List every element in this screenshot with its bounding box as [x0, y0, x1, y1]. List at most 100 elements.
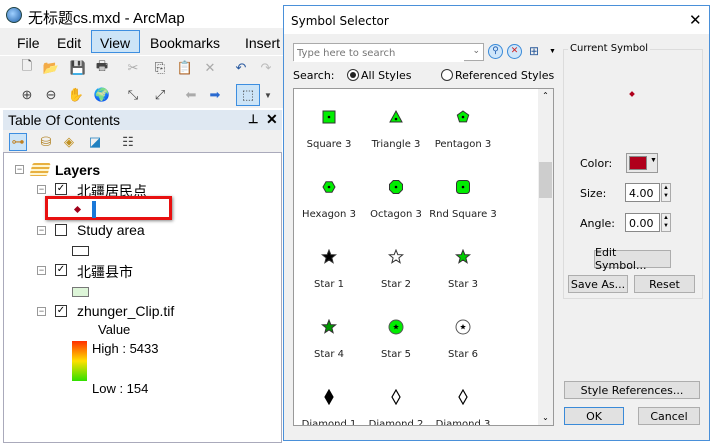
zoom-in-icon[interactable]: ⊕ [18, 86, 36, 104]
symbol-item[interactable]: Triangle 3 [361, 109, 431, 150]
layer-3-checkbox[interactable]: ✓ [55, 264, 67, 276]
forward-icon[interactable]: ➡ [206, 86, 224, 104]
list-by-visibility-icon[interactable]: ◈ [60, 133, 78, 151]
symbol-item[interactable]: Star 6 [428, 319, 498, 360]
layer-4-checkbox[interactable]: ✓ [55, 305, 67, 317]
raster-low-label: Low : 154 [92, 381, 149, 396]
view-dropdown-icon[interactable]: ▼ [549, 48, 556, 55]
symbol-item[interactable]: Hexagon 3 [294, 179, 364, 220]
symbol-list[interactable]: Square 3 Triangle 3 Pentagon 3 Hexagon 3 Oct… [293, 88, 554, 426]
star-symbol-icon [388, 249, 404, 264]
pin-icon[interactable]: ⊥ [248, 112, 258, 126]
collapse-layer-3[interactable]: − [37, 266, 46, 275]
style-references-button[interactable]: Style References... [564, 381, 700, 399]
symbol-item[interactable]: Star 5 [361, 319, 431, 360]
layer-2-checkbox[interactable] [55, 224, 67, 236]
chevron-down-icon[interactable]: ⌄ [472, 45, 480, 56]
close-icon[interactable]: ✕ [266, 111, 278, 128]
menu-bookmarks[interactable]: Bookmarks [150, 35, 220, 51]
select-features-icon[interactable]: ⬚ [236, 84, 260, 106]
dropdown-arrow-icon[interactable]: ▼ [259, 86, 277, 104]
menu-insert[interactable]: Insert [245, 35, 280, 51]
symbol-item[interactable]: Pentagon 3 [428, 109, 498, 150]
open-icon[interactable]: 📂 [42, 59, 60, 77]
zoom-out-icon[interactable]: ⊖ [42, 86, 60, 104]
scrollbar[interactable]: ⌃ ⌄ [538, 89, 553, 425]
layers-icon [29, 163, 51, 176]
symbol-item[interactable]: Diamond 1 [294, 389, 364, 425]
save-as-button[interactable]: Save As... [568, 275, 628, 293]
list-by-drawing-order-icon[interactable]: ⊶ [9, 133, 27, 151]
size-spinner[interactable]: ▲ ▼ [661, 183, 671, 202]
cancel-button[interactable]: Cancel [638, 407, 700, 425]
symbol-label: Rnd Square 3 [429, 209, 497, 220]
list-by-source-icon[interactable]: ⛁ [37, 133, 55, 151]
layer-2-polygon-symbol[interactable] [72, 246, 89, 256]
radio-referenced-styles-label[interactable]: Referenced Styles [455, 69, 554, 82]
delete-icon[interactable]: ✕ [201, 59, 219, 77]
radio-all-styles-label[interactable]: All Styles [361, 69, 412, 82]
square-symbol-icon [322, 110, 336, 124]
menu-view[interactable]: View [100, 35, 130, 51]
redo-icon[interactable]: ↷ [257, 59, 275, 77]
save-icon[interactable]: 💾 [69, 59, 87, 77]
raster-color-ramp[interactable] [72, 341, 87, 381]
angle-input[interactable]: 0.00 [625, 213, 660, 232]
full-extent-icon[interactable]: 🌍 [93, 86, 111, 104]
fixed-zoom-out-icon[interactable]: ⤢ [151, 86, 169, 104]
collapse-layer-2[interactable]: − [37, 226, 46, 235]
dialog-close-icon[interactable]: ✕ [689, 11, 702, 29]
diamond-symbol-icon [324, 389, 334, 405]
symbol-item[interactable]: Star 3 [428, 249, 498, 290]
dialog-title: Symbol Selector [291, 14, 389, 28]
search-input[interactable]: ⌄ [293, 43, 484, 62]
collapse-layers[interactable]: − [15, 165, 24, 174]
pan-icon[interactable]: ✋ [67, 86, 85, 104]
layer-3-name[interactable]: 北疆县市 [77, 262, 133, 282]
cut-icon[interactable]: ✂ [124, 59, 142, 77]
layers-root[interactable]: Layers [55, 162, 100, 178]
layer-3-polygon-symbol[interactable] [72, 287, 89, 297]
symbol-item[interactable]: Diamond 3 [428, 389, 498, 425]
scroll-thumb[interactable] [539, 162, 552, 198]
size-input[interactable]: 4.00 [625, 183, 660, 202]
layer-4-name[interactable]: zhunger_Clip.tif [77, 303, 174, 319]
collapse-layer-4[interactable]: − [37, 307, 46, 316]
radio-referenced-styles[interactable] [441, 69, 453, 81]
search-icon[interactable]: ⚲ [488, 44, 503, 59]
collapse-layer-1[interactable]: − [37, 185, 46, 194]
menu-file[interactable]: File [17, 35, 40, 51]
scroll-up-icon[interactable]: ⌃ [538, 91, 553, 100]
copy-icon[interactable]: ⎘ [151, 59, 169, 77]
list-by-selection-icon[interactable]: ◪ [86, 133, 104, 151]
fixed-zoom-in-icon[interactable]: ⤡ [124, 86, 142, 104]
symbol-item[interactable]: Octagon 3 [361, 179, 431, 220]
symbol-item[interactable]: Star 4 [294, 319, 364, 360]
symbol-label: Star 3 [447, 279, 479, 290]
edit-symbol-button[interactable]: Edit Symbol... [594, 246, 671, 272]
symbol-item[interactable]: Star 2 [361, 249, 431, 290]
symbol-item[interactable]: Star 1 [294, 249, 364, 290]
print-icon[interactable]: 🖶 [93, 58, 111, 77]
search-field[interactable] [294, 45, 464, 62]
paste-icon[interactable]: 📋 [176, 59, 194, 77]
back-icon[interactable]: ⬅ [182, 86, 200, 104]
view-options-icon[interactable]: ⊞ [529, 44, 539, 58]
ok-button[interactable]: OK [564, 407, 624, 425]
layer-2-name[interactable]: Study area [77, 222, 145, 238]
undo-icon[interactable]: ↶ [232, 59, 250, 77]
options-icon[interactable]: ☷ [119, 133, 137, 151]
symbol-item[interactable]: Rnd Square 3 [428, 179, 498, 220]
reset-button[interactable]: Reset [634, 275, 695, 293]
clear-search-icon[interactable]: ✕ [507, 44, 522, 59]
new-icon[interactable]: 🗋 [18, 58, 36, 77]
color-dropdown-icon[interactable]: ▼ [650, 157, 657, 164]
angle-spinner[interactable]: ▲ ▼ [661, 213, 671, 232]
radio-all-styles[interactable] [347, 69, 359, 81]
scroll-down-icon[interactable]: ⌄ [538, 413, 553, 422]
layer-1-checkbox[interactable]: ✓ [55, 183, 67, 195]
symbol-item[interactable]: Diamond 2 [361, 389, 431, 425]
menu-edit[interactable]: Edit [57, 35, 81, 51]
symbol-item[interactable]: Square 3 [294, 109, 364, 150]
color-picker-button[interactable]: ▼ [626, 153, 658, 173]
